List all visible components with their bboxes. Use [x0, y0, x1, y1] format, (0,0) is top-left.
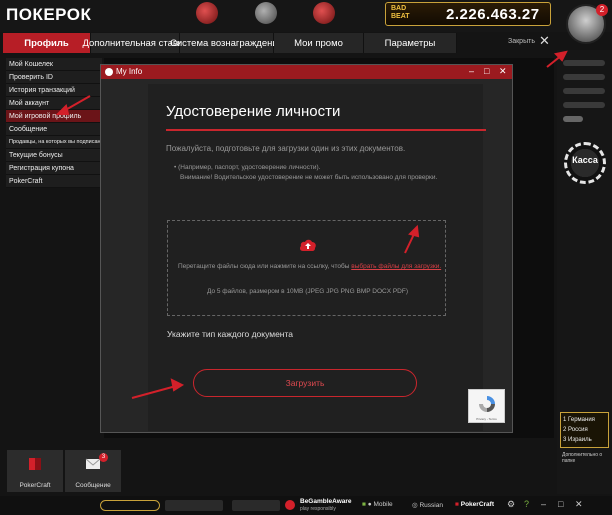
- recaptcha-links[interactable]: Privacy - Terms: [469, 417, 504, 421]
- tab-settings[interactable]: Параметры: [364, 33, 457, 53]
- footer-bar: BeGambleAware play responsibly ■ ● Mobil…: [0, 496, 612, 515]
- minimize-icon[interactable]: –: [469, 66, 474, 76]
- dialog-title: My Info: [116, 67, 143, 76]
- leaderboard-row: 2 Россия: [563, 427, 588, 433]
- jackpot-amount: 2.226.463.27: [446, 6, 540, 23]
- help-icon[interactable]: ?: [524, 499, 529, 509]
- record-holder-badge: [100, 500, 160, 511]
- android-icon: ■: [362, 501, 366, 508]
- my-info-dialog: My Info – □ ✕ Удостоверение личности Пож…: [100, 64, 513, 433]
- close-icon: ✕: [538, 33, 550, 48]
- gear-icon[interactable]: ⚙: [507, 499, 515, 510]
- recaptcha-badge[interactable]: Privacy - Terms: [468, 389, 505, 423]
- select-files-link[interactable]: выбрать файлы для загрузки.: [351, 263, 441, 270]
- age-18-icon: [285, 500, 295, 510]
- pokercraft-tile-label: PokerCraft: [19, 482, 51, 489]
- page-title: Удостоверение личности: [166, 103, 341, 120]
- intro-text: Пожалуйста, подготовьте для загрузки оди…: [166, 144, 406, 153]
- title-underline: [166, 129, 486, 131]
- document-note: • (Например, паспорт, удостоверение личн…: [174, 163, 464, 183]
- tab-extra-bet[interactable]: Дополнительная ставка: [82, 33, 188, 53]
- pokercraft-link[interactable]: ■ PokerCraft: [455, 501, 494, 508]
- sidebar-item-transactions[interactable]: История транзакций: [6, 84, 102, 97]
- sidebar-item-coupon[interactable]: Регистрация купона: [6, 162, 102, 175]
- pokercraft-icon: [29, 458, 41, 470]
- promo-thumbnail[interactable]: [313, 2, 335, 24]
- promo-thumbnail[interactable]: [255, 2, 277, 24]
- note-example: • (Например, паспорт, удостоверение личн…: [174, 164, 321, 171]
- recaptcha-icon: [479, 396, 495, 412]
- upload-button[interactable]: Загрузить: [193, 369, 417, 397]
- tab-my-promo[interactable]: Мои промо: [274, 33, 364, 53]
- rail-placeholder: [563, 88, 605, 94]
- dialog-title-bar[interactable]: My Info – □ ✕: [101, 65, 512, 79]
- close-button[interactable]: Закрыть ✕: [508, 33, 550, 48]
- pokercraft-icon: ■: [455, 501, 459, 508]
- sidebar-item-messages[interactable]: Сообщение: [6, 123, 102, 136]
- tab-profile[interactable]: Профиль: [3, 33, 91, 53]
- gamble-aware-title[interactable]: BeGambleAware: [300, 498, 352, 505]
- maximize-icon[interactable]: □: [484, 66, 489, 76]
- rail-more-link[interactable]: Дополнительно о папке: [562, 452, 608, 464]
- leaderboard-row: 1 Германия: [563, 417, 595, 423]
- sidebar-item-followed-sellers[interactable]: Продавцы, на которых вы подписаны: [6, 136, 102, 149]
- globe-icon: ◎: [412, 502, 418, 509]
- language-selector[interactable]: ◎ Russian: [412, 501, 443, 509]
- country-leaderboard[interactable]: 1 Германия 2 Россия 3 Израиль: [560, 412, 609, 448]
- sidebar-item-account[interactable]: Мой аккаунт: [6, 97, 102, 110]
- tab-rewards[interactable]: Система вознаграждений: [170, 33, 283, 53]
- sidebar-item-game-profile[interactable]: Мой игровой профиль: [6, 110, 102, 123]
- minimize-icon[interactable]: –: [541, 499, 546, 509]
- close-icon[interactable]: ✕: [575, 499, 583, 510]
- promo-thumbnail[interactable]: [196, 2, 218, 24]
- id-upload-panel: Удостоверение личности Пожалуйста, подго…: [148, 84, 486, 431]
- profile-tabs: Профиль Дополнительная ставка Система во…: [3, 33, 555, 53]
- rail-placeholder: [563, 60, 605, 66]
- close-icon[interactable]: ✕: [499, 66, 507, 77]
- file-dropzone[interactable]: Перетащите файлы сюда или нажмите на ссы…: [167, 220, 446, 316]
- mobile-link[interactable]: ■ ● Mobile: [362, 501, 393, 508]
- bad-beat-jackpot[interactable]: BAD BEAT 2.226.463.27: [385, 2, 551, 26]
- rail-placeholder: [563, 74, 605, 80]
- messages-tile[interactable]: 3 Сообщение: [65, 450, 121, 492]
- dropzone-instructions: Перетащите файлы сюда или нажмите на ссы…: [178, 263, 442, 270]
- app-icon: [105, 68, 113, 76]
- messages-badge: 3: [99, 453, 108, 462]
- rail-placeholder: [563, 116, 583, 122]
- bad-beat-logo: BAD BEAT: [391, 5, 410, 20]
- curacao-badge: [165, 500, 223, 511]
- app-logo[interactable]: ПОКЕРОК: [6, 5, 91, 25]
- testing-labs-badge: [232, 500, 280, 511]
- close-label: Закрыть: [508, 37, 535, 45]
- file-limits: До 5 файлов, размером в 10MB (JPEG JPG P…: [206, 288, 409, 295]
- apple-icon: ●: [367, 501, 372, 508]
- gamble-aware-subtitle: play responsibly: [300, 506, 336, 512]
- sidebar: Мой Кошелек Проверить ID История транзак…: [6, 58, 102, 188]
- rail-placeholder: [563, 102, 605, 108]
- top-bar: ПОКЕРОК BAD BEAT 2.226.463.27: [0, 0, 612, 32]
- sidebar-item-wallet[interactable]: Мой Кошелек: [6, 58, 102, 71]
- maximize-icon[interactable]: □: [558, 499, 563, 509]
- leaderboard-row: 3 Израиль: [563, 437, 592, 443]
- sidebar-item-bonuses[interactable]: Текущие бонусы: [6, 149, 102, 162]
- cashier-label: Касса: [572, 155, 598, 165]
- sidebar-item-pokercraft[interactable]: PokerCraft: [6, 175, 102, 188]
- pokercraft-tile[interactable]: PokerCraft: [7, 450, 63, 492]
- messages-tile-label: Сообщение: [75, 482, 111, 489]
- document-type-label: Укажите тип каждого документа: [167, 329, 294, 339]
- notification-badge: 2: [596, 4, 608, 16]
- note-warning: Внимание! Водительское удостоверение не …: [180, 174, 438, 181]
- cloud-upload-icon: [299, 239, 316, 251]
- sidebar-item-verify-id[interactable]: Проверить ID: [6, 71, 102, 84]
